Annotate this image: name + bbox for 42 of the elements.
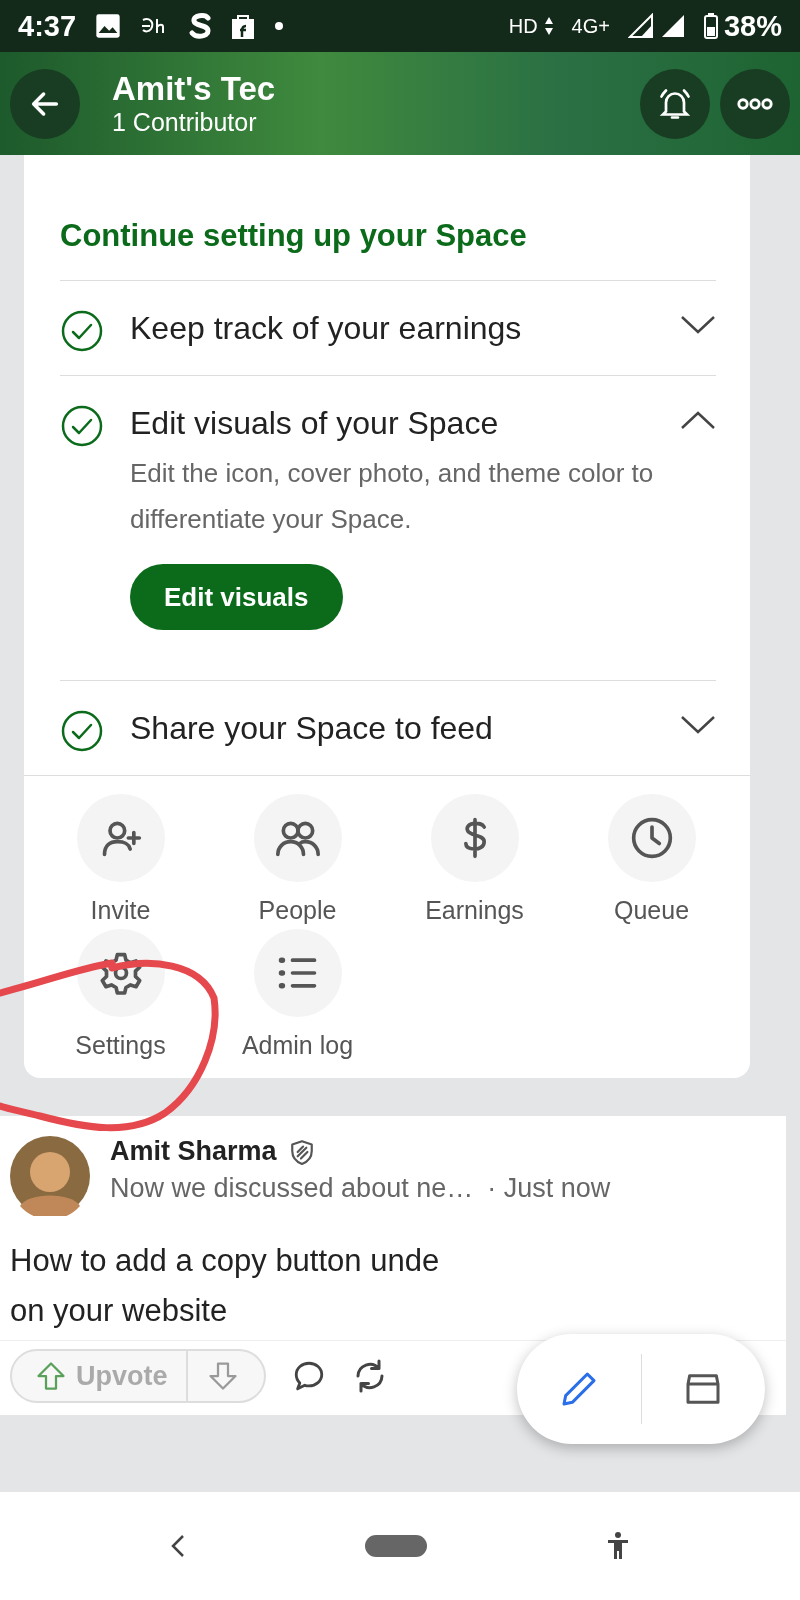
network-label: 4G+ <box>571 14 610 38</box>
post-title[interactable]: How to add a copy button unde <box>10 1236 440 1286</box>
action-button[interactable]: Queue <box>563 794 740 925</box>
post-title[interactable]: on your website <box>10 1286 228 1336</box>
shield-icon <box>288 1138 315 1165</box>
clock-icon <box>629 816 674 860</box>
section-title: Continue setting up your Space <box>60 188 716 281</box>
network-label: HD <box>508 14 538 38</box>
author-name[interactable]: Amit Sharma <box>110 1136 277 1167</box>
step-title[interactable]: Keep track of your earnings <box>130 301 522 355</box>
back-chevron-icon[interactable] <box>169 1534 186 1558</box>
s-logo-icon <box>188 12 213 40</box>
chevron-down-icon[interactable] <box>680 315 716 335</box>
battery-percent: 38% <box>723 9 782 43</box>
home-pill[interactable] <box>365 1535 427 1557</box>
dot-icon <box>274 21 285 31</box>
clock: 4:37 <box>18 9 77 43</box>
action-button[interactable]: Settings <box>32 929 209 1060</box>
step-title[interactable]: Share your Space to feed <box>130 701 493 755</box>
down-arrow-icon <box>207 1361 238 1391</box>
edit-visuals-button[interactable]: Edit visuals <box>130 564 343 630</box>
action-button[interactable]: Admin log <box>209 929 386 1060</box>
step-description: Edit the icon, cover photo, and theme color to differentiate your Space. <box>130 457 655 536</box>
signal-icon <box>627 13 654 39</box>
gallery-icon <box>94 12 123 40</box>
shopping-bag-icon <box>230 12 257 40</box>
more-icon <box>737 97 773 110</box>
action-button[interactable]: Earnings <box>386 794 563 925</box>
action-button[interactable]: People <box>209 794 386 925</box>
up-arrow-icon <box>36 1361 66 1391</box>
space-title: Amit's Tec <box>112 70 277 108</box>
post-context: Now we discussed about ne… <box>110 1173 474 1204</box>
action-button[interactable]: Invite <box>32 794 209 925</box>
chevron-up-icon[interactable] <box>680 410 716 430</box>
contributor-count: 1 Contributor <box>112 108 258 137</box>
post-time: · Just now <box>487 1173 611 1204</box>
accessibility-icon[interactable] <box>606 1531 631 1561</box>
battery-icon <box>703 13 718 39</box>
step-title[interactable]: Edit visuals of your Space <box>130 396 499 450</box>
chevron-down-icon[interactable] <box>680 715 716 735</box>
settings-icon <box>98 951 143 995</box>
data-arrows-icon <box>543 16 554 36</box>
